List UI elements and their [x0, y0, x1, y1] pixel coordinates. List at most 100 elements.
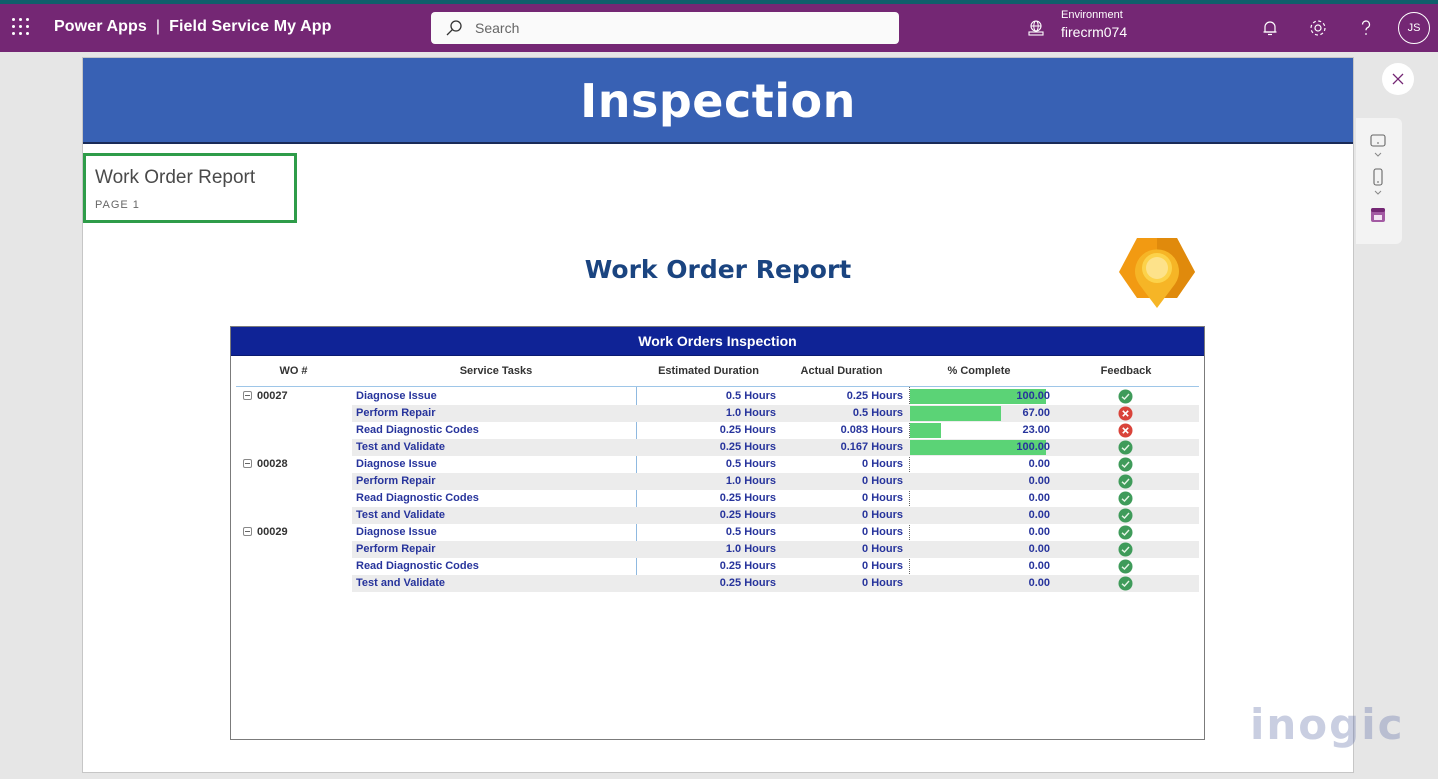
table-row[interactable]: Perform Repair 1.0 Hours 0.5 Hours 67.00 [236, 405, 1199, 422]
wo-number[interactable]: 00028 [243, 458, 288, 470]
page-number: PAGE 1 [95, 199, 140, 211]
error-circle-icon [1118, 423, 1133, 438]
wo-number-text: 00029 [257, 526, 288, 538]
search-input[interactable] [475, 12, 875, 44]
estimated-duration: 0.25 Hours [719, 509, 776, 521]
column-header-percent-complete[interactable]: % Complete [911, 365, 1047, 377]
table-row[interactable]: Test and Validate 0.25 Hours 0 Hours 0.00 [236, 507, 1199, 524]
table-row[interactable]: Test and Validate 0.25 Hours 0 Hours 0.00 [236, 575, 1199, 592]
check-circle-icon [1118, 542, 1133, 557]
app-title[interactable]: Power Apps | Field Service My App [54, 18, 331, 36]
table-body: 00027 Diagnose Issue 0.5 Hours 0.25 Hours 10… [236, 388, 1199, 592]
service-task: Read Diagnostic Codes [356, 492, 479, 504]
service-task: Read Diagnostic Codes [356, 560, 479, 572]
chevron-down-icon[interactable] [1369, 150, 1387, 160]
help-icon[interactable] [1356, 18, 1376, 38]
close-button[interactable] [1382, 63, 1414, 95]
actual-duration: 0 Hours [862, 543, 903, 555]
table-row[interactable]: 00029 Diagnose Issue 0.5 Hours 0 Hours 0.00 [236, 524, 1199, 541]
actual-duration: 0.083 Hours [840, 424, 903, 436]
estimated-duration: 0.25 Hours [719, 577, 776, 589]
actual-duration: 0 Hours [862, 458, 903, 470]
column-header-wo[interactable]: WO # [236, 365, 351, 377]
percent-complete: 0.00 [1028, 543, 1050, 555]
actual-duration: 0 Hours [862, 492, 903, 504]
service-task: Test and Validate [356, 441, 446, 453]
service-task: Test and Validate [356, 509, 446, 521]
service-task: Read Diagnostic Codes [356, 424, 479, 436]
check-circle-icon [1118, 457, 1133, 472]
collapse-icon[interactable] [243, 527, 252, 536]
banner-title: Inspection [580, 74, 856, 128]
table-column-headers: WO # Service Tasks Estimated Duration Ac… [231, 356, 1204, 386]
check-circle-icon [1118, 525, 1133, 540]
waffle-icon[interactable] [12, 18, 32, 38]
table-row[interactable]: Perform Repair 1.0 Hours 0 Hours 0.00 [236, 473, 1199, 490]
report-panel: Inspection Work Order Report PAGE 1 Work… [82, 57, 1354, 773]
estimated-duration: 0.5 Hours [725, 458, 776, 470]
chevron-down-icon[interactable] [1369, 188, 1387, 198]
actual-duration: 0 Hours [862, 560, 903, 572]
header-divider [236, 386, 1199, 387]
table-row[interactable]: Read Diagnostic Codes 0.25 Hours 0.083 Hou… [236, 422, 1199, 439]
table-row[interactable]: Test and Validate 0.25 Hours 0.167 Hours 10… [236, 439, 1199, 456]
percent-complete: 0.00 [1028, 458, 1050, 470]
app-name: Power Apps [54, 18, 147, 35]
actual-duration: 0.5 Hours [852, 407, 903, 419]
actual-duration: 0 Hours [862, 509, 903, 521]
service-task: Perform Repair [356, 543, 436, 555]
estimated-duration: 1.0 Hours [725, 475, 776, 487]
check-circle-icon [1118, 491, 1133, 506]
phone-view-icon[interactable] [1369, 168, 1387, 186]
wo-number-text: 00028 [257, 458, 288, 470]
table-row[interactable]: Read Diagnostic Codes 0.25 Hours 0 Hours 0.… [236, 490, 1199, 507]
environment-label: Environment [1061, 9, 1123, 21]
column-header-estimated-duration[interactable]: Estimated Duration [641, 365, 776, 377]
app-subtitle: Field Service My App [169, 18, 332, 35]
app-header: Power Apps | Field Service My App Environm… [0, 4, 1438, 52]
environment-picker[interactable]: Environment firecrm074 [1061, 9, 1128, 40]
wo-number[interactable]: 00027 [243, 390, 288, 402]
collapse-icon[interactable] [243, 459, 252, 468]
actual-duration: 0.25 Hours [846, 390, 903, 402]
collapse-icon[interactable] [243, 391, 252, 400]
service-task: Diagnose Issue [356, 390, 437, 402]
estimated-duration: 0.5 Hours [725, 526, 776, 538]
estimated-duration: 0.25 Hours [719, 560, 776, 572]
user-avatar[interactable]: JS [1398, 12, 1430, 44]
table-row[interactable]: 00027 Diagnose Issue 0.5 Hours 0.25 Hours 10… [236, 388, 1199, 405]
check-circle-icon [1118, 440, 1133, 455]
actual-duration: 0 Hours [862, 475, 903, 487]
desktop-view-icon[interactable] [1369, 132, 1387, 150]
search-box[interactable] [431, 12, 899, 44]
title-separator: | [155, 18, 161, 35]
column-header-service-tasks[interactable]: Service Tasks [356, 365, 636, 377]
environment-icon [1028, 20, 1044, 36]
column-header-feedback[interactable]: Feedback [1051, 365, 1201, 377]
report-view-icon[interactable] [1369, 206, 1387, 224]
actual-duration: 0.167 Hours [840, 441, 903, 453]
column-header-actual-duration[interactable]: Actual Duration [779, 365, 904, 377]
percent-complete-bar [910, 423, 941, 438]
environment-value: firecrm074 [1061, 24, 1128, 40]
error-circle-icon [1118, 406, 1133, 421]
percent-complete: 100.00 [1016, 390, 1050, 402]
table-row[interactable]: Read Diagnostic Codes 0.25 Hours 0 Hours 0.… [236, 558, 1199, 575]
wo-number[interactable]: 00029 [243, 526, 288, 538]
service-task: Perform Repair [356, 407, 436, 419]
inogic-watermark: inogic [1250, 700, 1405, 749]
check-circle-icon [1118, 474, 1133, 489]
actual-duration: 0 Hours [862, 577, 903, 589]
percent-complete: 100.00 [1016, 441, 1050, 453]
percent-complete: 0.00 [1028, 577, 1050, 589]
table-row[interactable]: Perform Repair 1.0 Hours 0 Hours 0.00 [236, 541, 1199, 558]
check-circle-icon [1118, 576, 1133, 591]
service-task: Diagnose Issue [356, 458, 437, 470]
table-row[interactable]: 00028 Diagnose Issue 0.5 Hours 0 Hours 0.00 [236, 456, 1199, 473]
bell-icon[interactable] [1260, 18, 1280, 38]
gear-icon[interactable] [1308, 18, 1328, 38]
check-circle-icon [1118, 559, 1133, 574]
percent-complete: 23.00 [1022, 424, 1050, 436]
percent-complete: 67.00 [1022, 407, 1050, 419]
page-indicator[interactable]: Work Order Report PAGE 1 [83, 153, 297, 223]
